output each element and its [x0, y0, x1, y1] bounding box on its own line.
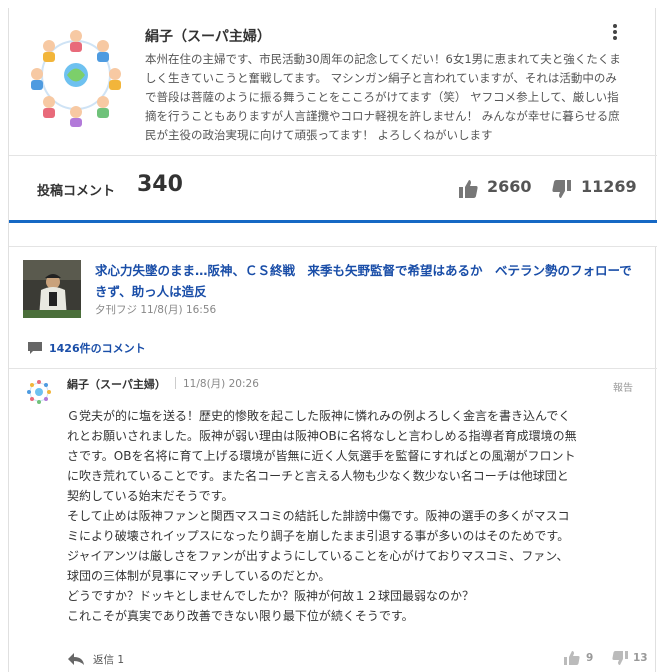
total-dislikes: 11269	[581, 177, 637, 196]
comment-line: Ｇ党夫が的に塩を送る！歴史的惨敗を起こした阪神に憐れみの例よろしく金言を書き込ん…	[67, 409, 571, 423]
article-thumbnail[interactable]	[23, 260, 81, 318]
comment-line: に吹き荒れていることです。また名コーチと言える人物も少なく数少ない名コーチは他球…	[67, 469, 569, 483]
comment-line: 球団の三体制が見事にマッチしているのだとか。	[67, 569, 331, 583]
thumbs-down-icon	[552, 180, 571, 198]
comment-dislike-count: 13	[633, 652, 648, 664]
section-gap	[9, 223, 657, 247]
article-title-link[interactable]: 求心力失墜のまま…阪神、ＣＳ終戦 来季も矢野監督で希望はあるか ベテラン勢のフォ…	[95, 260, 635, 302]
more-vertical-icon[interactable]	[605, 22, 625, 42]
article-source: 夕刊フジ 11/8(月) 16:56	[95, 304, 217, 316]
total-likes: 2660	[487, 177, 532, 196]
comment-line: これこそが真実であり改善できない限り最下位が続くそうです。	[67, 609, 414, 623]
stats-bar: 投稿コメント 340 2660 11269	[9, 156, 657, 220]
page-frame: 絹子（スーパ主婦） 本州在住の主婦です、市民活動30周年の記念してくだい！6女1…	[8, 8, 657, 672]
thumbs-up-icon[interactable]	[563, 650, 581, 666]
comment-line: 契約している始末だそうです。	[67, 489, 234, 503]
divider	[9, 368, 657, 369]
comment-avatar	[25, 378, 53, 406]
thumbs-down-icon[interactable]	[611, 650, 629, 666]
reply-button[interactable]: 返信 1	[93, 652, 124, 667]
comment-count-link[interactable]: 1426件のコメント	[49, 340, 146, 356]
comment-line: どうですか？ドッキとしませんでしたか？阪神が何故１２球団最弱なのか？	[67, 589, 475, 603]
reply-icon[interactable]	[67, 652, 85, 666]
divider	[175, 377, 176, 389]
report-link[interactable]: 報告	[613, 379, 633, 394]
comment-bubble-icon	[28, 342, 42, 354]
comment-body: Ｇ党夫が的に塩を送る！歴史的惨敗を起こした阪神に憐れみの例よろしく金言を書き込ん…	[67, 406, 639, 626]
comment-line: ミにより破壊されイップスになったり調子を崩したまま引退する事が多いのはそのためで…	[67, 529, 570, 543]
profile-name: 絹子（スーパ主婦）	[145, 29, 271, 45]
comment-line: ジャイアンツは厳しさをファンが出すようにしていることを心がけておりマスコミ、ファ…	[67, 549, 569, 563]
comment-line: そして止めは阪神ファンと関西マスコミの結託した誹謗中傷です。阪神の選手の多くがマ…	[67, 509, 570, 523]
comment-author[interactable]: 絹子（スーパ主婦）	[67, 376, 166, 392]
posted-comments-label: 投稿コメント	[37, 184, 116, 199]
profile-avatar	[23, 22, 129, 128]
comment-line: さです。OBを名将に育て上げる環境が皆無に近く人気選手を監督にすればとの風潮がフ…	[67, 449, 576, 463]
comment-like-count: 9	[586, 652, 594, 664]
comment-timestamp: 11/8(月) 20:26	[183, 378, 259, 390]
profile-header: 絹子（スーパ主婦） 本州在住の主婦です、市民活動30周年の記念してくだい！6女1…	[9, 8, 657, 156]
comment-line: れとお願いされました。阪神が弱い理由は阪神OBに名将なしと言わしめる指導者育成環…	[67, 429, 577, 443]
profile-bio: 本州在住の主婦です、市民活動30周年の記念してくだい！6女1男に恵まれて夫と強く…	[145, 52, 621, 142]
posted-comments-count: 340	[137, 172, 183, 197]
thumbs-up-icon	[459, 180, 478, 198]
